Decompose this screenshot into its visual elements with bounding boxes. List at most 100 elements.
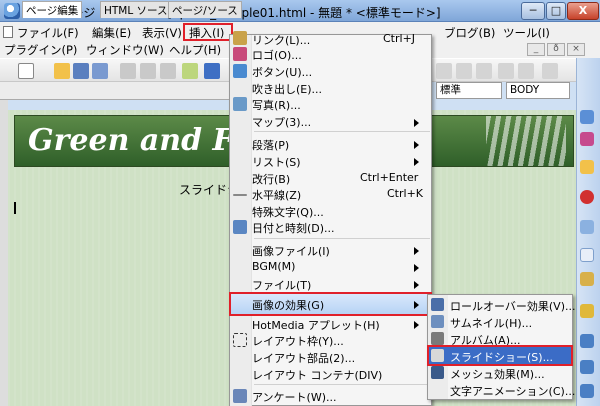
new-icon[interactable] (18, 63, 34, 79)
tab-html-source[interactable]: HTML ソース (100, 1, 172, 18)
tag-select[interactable]: BODY (506, 82, 570, 99)
paste-icon[interactable] (160, 63, 176, 79)
menu-item-layout-parts[interactable]: レイアウト部品(2)... (252, 350, 355, 366)
maximize-button[interactable]: □ (546, 2, 566, 20)
sidebar-yen-icon[interactable] (580, 304, 594, 318)
submenu-arrow-icon (414, 281, 419, 289)
menu-help[interactable]: ヘルプ(H) (169, 42, 221, 58)
shortcut-horizontal-rule: Ctrl+K (387, 187, 424, 200)
mesh-icon (431, 366, 444, 379)
menu-edit[interactable]: 編集(E) (92, 25, 131, 41)
menu-item-line-break[interactable]: 改行(B) (252, 171, 290, 187)
sidebar-palette-icon[interactable] (580, 132, 594, 146)
menu-window[interactable]: ウィンドウ(W) (86, 42, 164, 58)
list-icon[interactable] (542, 63, 558, 79)
submenu-arrow-icon (414, 158, 419, 166)
layout-frame-icon (233, 333, 247, 347)
horizontal-rule-icon (233, 194, 247, 196)
sidebar-code-icon[interactable] (580, 248, 594, 262)
slideshow-highlight-frame (427, 345, 573, 366)
sidebar-doc3-icon[interactable] (580, 384, 594, 398)
menu-view[interactable]: 表示(V) (142, 25, 182, 41)
menu-blog[interactable]: ブログ(B) (444, 25, 495, 41)
sidebar-folder-icon[interactable] (580, 160, 594, 174)
menu-file[interactable]: ファイル(F) (17, 25, 79, 41)
shortcut-link: Ctrl+J (383, 32, 416, 45)
app-icon[interactable] (4, 3, 20, 19)
mdi-close-button[interactable]: × (567, 43, 585, 56)
submenu-item-rollover[interactable]: ロールオーバー効果(V)... (450, 298, 576, 314)
menu-item-file[interactable]: ファイル(T) (252, 277, 311, 293)
outdent-icon[interactable] (518, 63, 534, 79)
button-icon (233, 64, 247, 78)
sidebar-doc-icon[interactable] (580, 334, 594, 348)
album-icon (431, 332, 444, 345)
sidebar-image-icon[interactable] (580, 220, 594, 234)
check-icon[interactable] (182, 63, 198, 79)
photo-icon (233, 97, 247, 111)
left-ruler (0, 100, 8, 406)
menu-item-image-file[interactable]: 画像ファイル(I) (252, 243, 330, 259)
submenu-arrow-icon (414, 321, 419, 329)
menu-item-layout-container[interactable]: レイアウト コンテナ(DIV) (252, 367, 382, 383)
banner-stripes (486, 116, 566, 166)
save-all-icon[interactable] (92, 63, 108, 79)
submenu-item-mesh[interactable]: メッシュ効果(M)... (450, 366, 545, 382)
sidebar-doc2-icon[interactable] (580, 360, 594, 374)
mdi-restore-button[interactable]: ð (547, 43, 565, 56)
indent-icon[interactable] (498, 63, 514, 79)
rollover-icon (431, 298, 444, 311)
menu-item-hotmedia-applet[interactable]: HotMedia アプレット(H) (252, 317, 380, 333)
style-select[interactable]: 標準 (436, 82, 502, 99)
menu-item-map[interactable]: マップ(3)... (252, 114, 311, 130)
menu-item-logo[interactable]: ロゴ(O)... (252, 47, 302, 63)
menu-item-image-effects[interactable]: 画像の効果(G) (252, 297, 324, 313)
close-button[interactable]: X (567, 2, 599, 20)
menu-item-layout-frame[interactable]: レイアウト枠(Y)... (252, 333, 344, 349)
sidebar-help-icon[interactable] (580, 190, 594, 204)
menu-item-special-char[interactable]: 特殊文字(Q)... (252, 204, 324, 220)
menu-item-date-time[interactable]: 日付と時刻(D)... (252, 220, 335, 236)
thumbnail-icon (431, 315, 444, 328)
menu-item-link[interactable]: リンク(L)... (252, 32, 310, 48)
sidebar-script-icon[interactable] (580, 272, 594, 286)
save-icon[interactable] (73, 63, 89, 79)
sidebar-tool-icon[interactable] (580, 110, 594, 124)
menu-item-bgm[interactable]: BGM(M) (252, 260, 295, 273)
open-icon[interactable] (54, 63, 70, 79)
minimize-button[interactable]: ─ (521, 2, 545, 20)
document-icon[interactable] (3, 26, 13, 38)
align-left-icon[interactable] (436, 63, 452, 79)
tab-page-source[interactable]: ページ/ソース (168, 1, 242, 18)
menu-plugin[interactable]: プラグイン(P) (4, 42, 77, 58)
submenu-arrow-icon (414, 264, 419, 272)
menu-separator (254, 131, 430, 132)
menu-separator (254, 238, 430, 239)
cut-icon[interactable] (120, 63, 136, 79)
align-center-icon[interactable] (456, 63, 472, 79)
menu-item-button[interactable]: ボタン(U)... (252, 64, 312, 80)
view-tabs (0, 82, 232, 100)
date-time-icon (233, 220, 247, 234)
menu-separator (254, 384, 430, 385)
survey-icon (233, 389, 247, 403)
menu-item-survey[interactable]: アンケート(W)... (252, 389, 337, 405)
align-right-icon[interactable] (476, 63, 492, 79)
menu-item-horizontal-rule[interactable]: 水平線(Z) (252, 187, 301, 203)
menu-item-list[interactable]: リスト(S) (252, 154, 301, 170)
submenu-item-thumbnail[interactable]: サムネイル(H)... (450, 315, 532, 331)
submenu-item-text-animation[interactable]: 文字アニメーション(C)... (450, 383, 575, 399)
undo-icon[interactable] (204, 63, 220, 79)
mdi-minimize-button[interactable]: _ (527, 43, 545, 56)
insert-menu-highlight-frame (183, 23, 233, 41)
shortcut-line-break: Ctrl+Enter (360, 171, 419, 184)
menu-tools[interactable]: ツール(I) (503, 25, 550, 41)
copy-icon[interactable] (140, 63, 156, 79)
tab-page-edit[interactable]: ページ編集 (22, 1, 83, 18)
logo-icon (233, 47, 247, 61)
menu-item-balloon[interactable]: 吹き出し(E)... (252, 81, 322, 97)
menu-item-photo[interactable]: 写真(R)... (252, 97, 301, 113)
submenu-arrow-icon (414, 119, 419, 127)
menu-item-paragraph[interactable]: 段落(P) (252, 137, 289, 153)
link-icon (233, 31, 247, 45)
